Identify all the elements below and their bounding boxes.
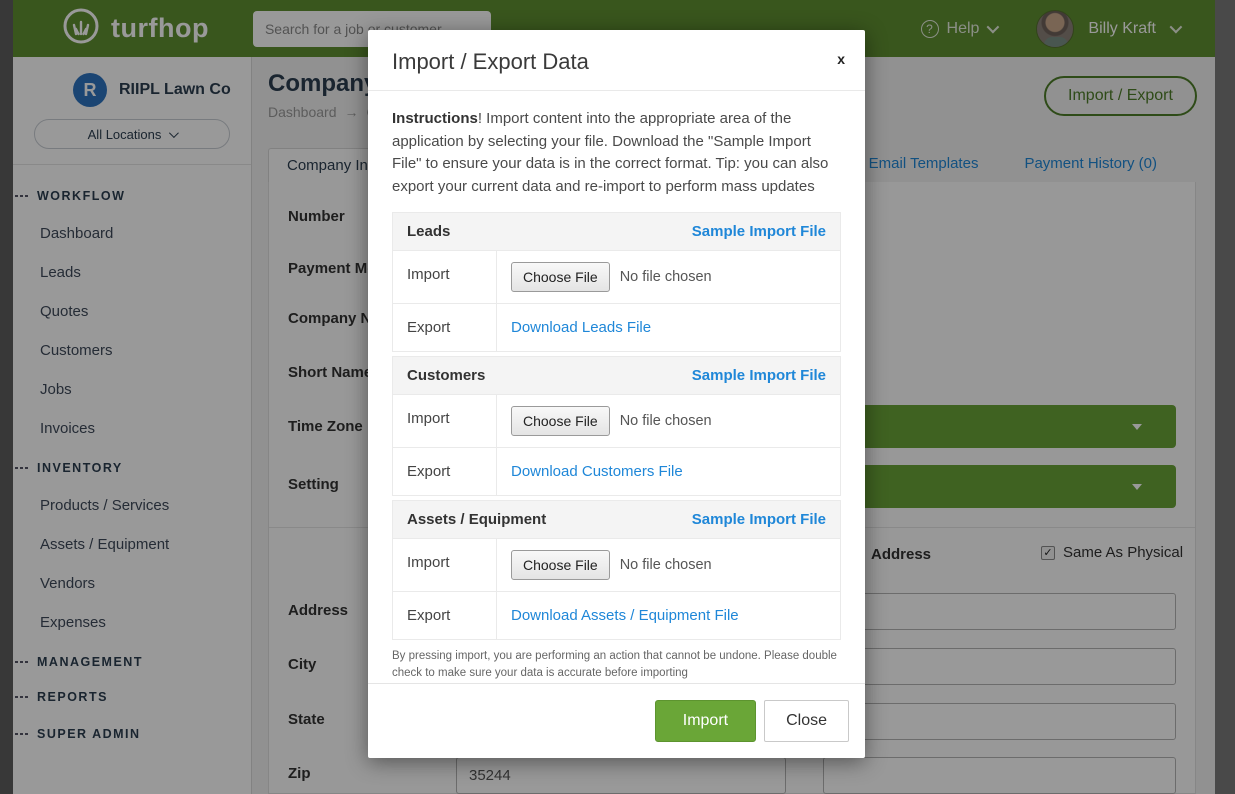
- import-warning-text: By pressing import, you are performing a…: [392, 648, 841, 681]
- assets-import-label: Import: [393, 539, 497, 591]
- download-leads-file-link[interactable]: Download Leads File: [511, 319, 651, 336]
- assets-no-file-chosen: No file chosen: [620, 557, 712, 573]
- assets-export-label: Export: [393, 592, 497, 639]
- assets-section-title: Assets / Equipment: [407, 511, 546, 528]
- instructions-lead: Instructions: [392, 110, 478, 127]
- leads-sample-import-file-link[interactable]: Sample Import File: [692, 223, 826, 240]
- customers-import-export-table: Customers Sample Import File Import Choo…: [392, 356, 841, 496]
- customers-section-title: Customers: [407, 367, 485, 384]
- customers-no-file-chosen: No file chosen: [620, 413, 712, 429]
- modal-instructions: Instructions! Import content into the ap…: [392, 108, 841, 198]
- customers-export-label: Export: [393, 448, 497, 495]
- assets-sample-import-file-link[interactable]: Sample Import File: [692, 511, 826, 528]
- download-customers-file-link[interactable]: Download Customers File: [511, 463, 683, 480]
- assets-choose-file-button[interactable]: Choose File: [511, 550, 610, 580]
- leads-export-label: Export: [393, 304, 497, 351]
- modal-title: Import / Export Data: [392, 49, 841, 75]
- leads-no-file-chosen: No file chosen: [620, 269, 712, 285]
- close-icon[interactable]: x: [837, 52, 845, 66]
- modal-close-button[interactable]: Close: [764, 700, 849, 742]
- modal-import-button[interactable]: Import: [655, 700, 756, 742]
- leads-section-title: Leads: [407, 223, 450, 240]
- download-assets-file-link[interactable]: Download Assets / Equipment File: [511, 607, 739, 624]
- import-export-modal: Import / Export Data x Instructions! Imp…: [368, 30, 865, 758]
- customers-sample-import-file-link[interactable]: Sample Import File: [692, 367, 826, 384]
- leads-choose-file-button[interactable]: Choose File: [511, 262, 610, 292]
- customers-import-label: Import: [393, 395, 497, 447]
- customers-choose-file-button[interactable]: Choose File: [511, 406, 610, 436]
- leads-import-label: Import: [393, 251, 497, 303]
- leads-import-export-table: Leads Sample Import File Import Choose F…: [392, 212, 841, 352]
- assets-import-export-table: Assets / Equipment Sample Import File Im…: [392, 500, 841, 640]
